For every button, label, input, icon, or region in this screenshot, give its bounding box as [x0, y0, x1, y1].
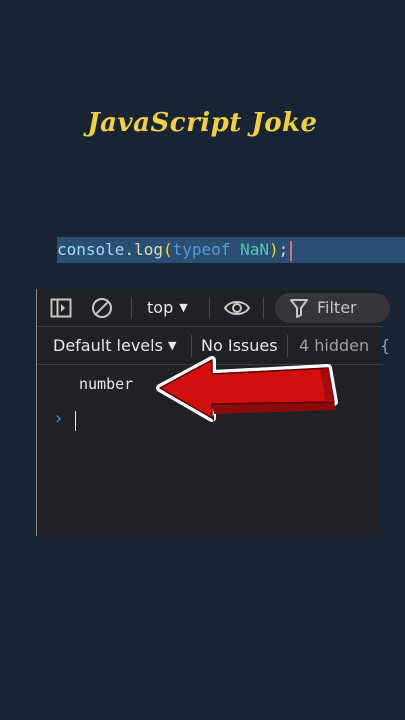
code-close-paren: ): [268, 240, 279, 259]
code-dot: .: [124, 240, 135, 259]
code-log: log: [134, 240, 163, 259]
sidebar-toggle-icon[interactable]: [49, 296, 73, 320]
context-selector[interactable]: top ▼: [147, 296, 188, 320]
code-line[interactable]: console.log(typeof NaN);: [57, 237, 405, 263]
code-typeof: typeof: [172, 240, 231, 259]
log-levels-label: Default levels: [53, 336, 163, 355]
code-semicolon: ;: [278, 240, 289, 259]
prompt-text-cursor: [75, 411, 76, 431]
toolbar-divider: [263, 297, 264, 319]
settings-gear-partial[interactable]: {: [380, 335, 390, 357]
filter-placeholder: Filter: [317, 298, 357, 317]
console-output-line: number: [79, 375, 134, 393]
code-nan: NaN: [240, 240, 269, 259]
toolbar-divider: [209, 297, 210, 319]
filter-input[interactable]: Filter: [275, 293, 390, 323]
code-console: console: [57, 240, 125, 259]
code-open-paren: (: [162, 240, 173, 259]
toolbar-divider: [131, 297, 132, 319]
chevron-down-icon: ▼: [167, 339, 177, 352]
live-expression-eye-icon[interactable]: [223, 296, 251, 320]
context-label: top: [147, 298, 174, 317]
red-arrow-pointing-left-icon: [156, 356, 338, 424]
chevron-down-icon: ▼: [179, 301, 188, 314]
console-toolbar: top ▼ Filter: [37, 289, 390, 327]
prompt-chevron-icon: ›: [53, 408, 64, 429]
joke-title: JavaScript Joke: [87, 108, 318, 138]
filter-funnel-icon: [289, 297, 309, 319]
clear-console-icon[interactable]: [90, 296, 114, 320]
code-text-cursor: [290, 240, 293, 261]
